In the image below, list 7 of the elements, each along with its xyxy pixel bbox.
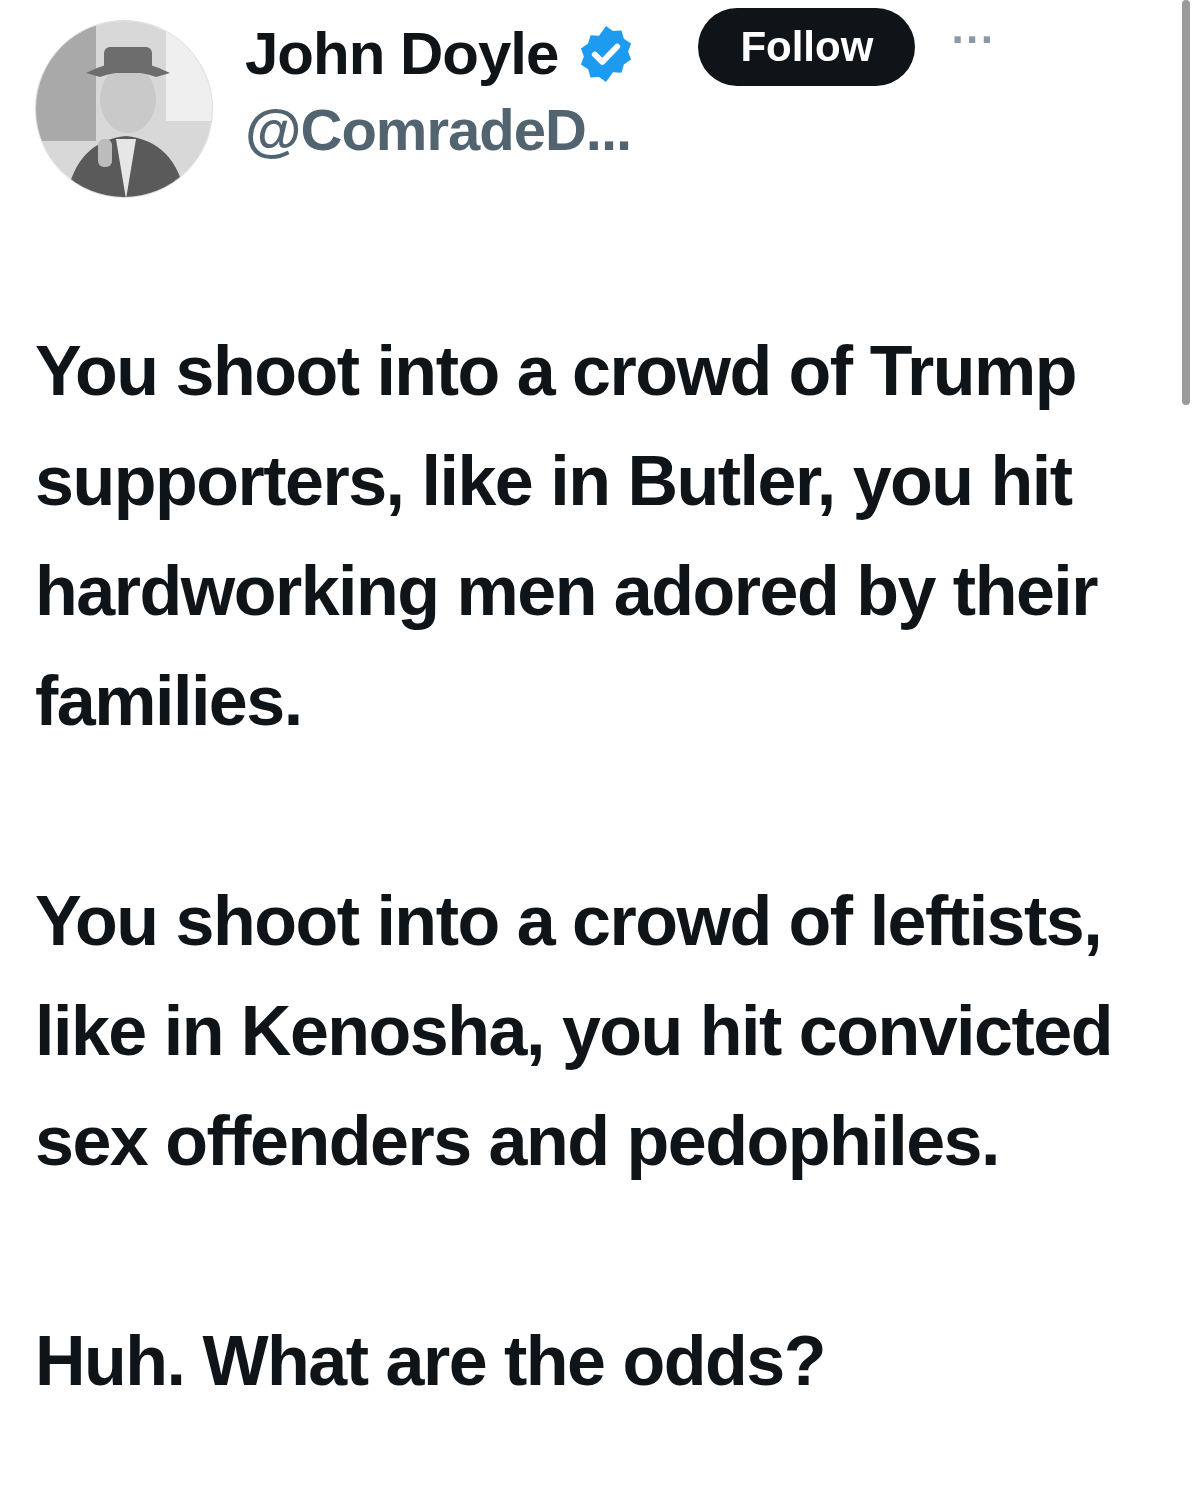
author-handle[interactable]: @ComradeD... [245,94,639,166]
post-text: You shoot into a crowd of leftists, like in Kenosha, you hit convicted sex offenders and pedophiles. [35,881,1113,1182]
author-name[interactable]: John Doyle [245,14,559,94]
follow-button[interactable]: Follow [698,8,916,87]
scrollbar-thumb[interactable] [1182,0,1190,405]
post-text: Huh. What are the odds? [35,1321,826,1402]
post-text: You shoot into a crowd of Trump supporters, like in Butler, you hit hardworking men adored by their families. [35,331,1099,742]
